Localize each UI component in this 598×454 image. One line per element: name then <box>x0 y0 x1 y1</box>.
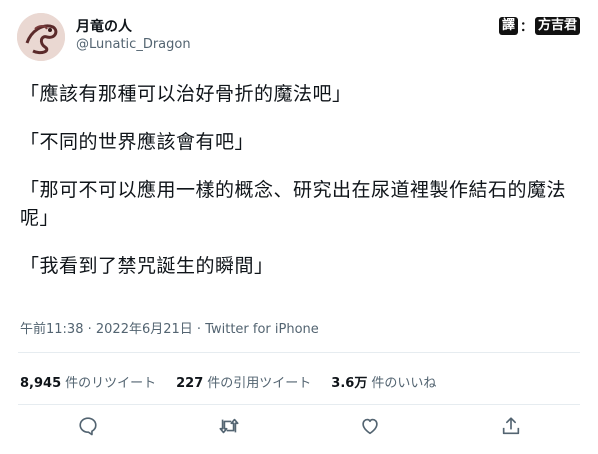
quotes-label: 件の引用ツイート <box>207 376 312 391</box>
translator-badge: 譯 ： 方吉君 <box>498 16 580 35</box>
reply-icon <box>79 417 97 436</box>
tweet-time[interactable]: 午前11:38 <box>20 322 83 337</box>
retweet-button[interactable] <box>218 415 244 441</box>
tweet-line: 「應該有那種可以治好骨折的魔法吧」 <box>20 83 352 105</box>
retweet-icon <box>219 418 239 434</box>
tweet-text: 「應該有那種可以治好骨折的魔法吧」 「不同的世界應該會有吧」 「那可不可以應用一… <box>20 80 580 300</box>
tweet-line: 「不同的世界應該會有吧」 <box>20 131 255 153</box>
meta-dot: · <box>87 322 96 337</box>
translator-separator: ： <box>519 20 533 35</box>
quotes-stat[interactable]: 227 件の引用ツイート <box>176 372 311 391</box>
divider <box>18 352 580 353</box>
translator-label: 譯 <box>498 16 518 35</box>
tweet-line: 「我看到了禁咒誕生的瞬間」 <box>20 255 274 277</box>
share-button[interactable] <box>500 415 526 441</box>
likes-label: 件のいいね <box>371 376 437 391</box>
divider <box>18 404 580 405</box>
translator-name: 方吉君 <box>534 16 580 35</box>
display-name[interactable]: 月竜の人 <box>76 16 132 36</box>
retweets-count: 8,945 <box>20 376 62 391</box>
share-icon <box>502 417 520 435</box>
likes-stat[interactable]: 3.6万 件のいいね <box>331 372 436 391</box>
tweet-date[interactable]: 2022年6月21日 <box>96 322 193 337</box>
retweets-label: 件のリツイート <box>65 376 157 391</box>
tweet-line: 「那可不可以應用一樣的概念、研究出在尿道裡製作結石的魔法呢」 <box>20 179 567 229</box>
tweet-metadata: 午前11:38 · 2022年6月21日 · Twitter for iPhon… <box>20 318 319 337</box>
meta-dot: · <box>196 322 206 337</box>
quotes-count: 227 <box>176 376 204 391</box>
user-handle[interactable]: @Lunatic_Dragon <box>76 37 191 52</box>
like-button[interactable] <box>359 415 385 441</box>
retweets-stat[interactable]: 8,945 件のリツイート <box>20 372 156 391</box>
reply-button[interactable] <box>77 415 103 441</box>
avatar[interactable] <box>17 13 65 61</box>
engagement-stats: 8,945 件のリツイート 227 件の引用ツイート 3.6万 件のいいね <box>20 372 436 391</box>
tweet-source[interactable]: Twitter for iPhone <box>205 322 319 337</box>
heart-icon <box>362 418 378 435</box>
action-bar <box>0 415 598 445</box>
likes-count: 3.6万 <box>331 376 368 391</box>
